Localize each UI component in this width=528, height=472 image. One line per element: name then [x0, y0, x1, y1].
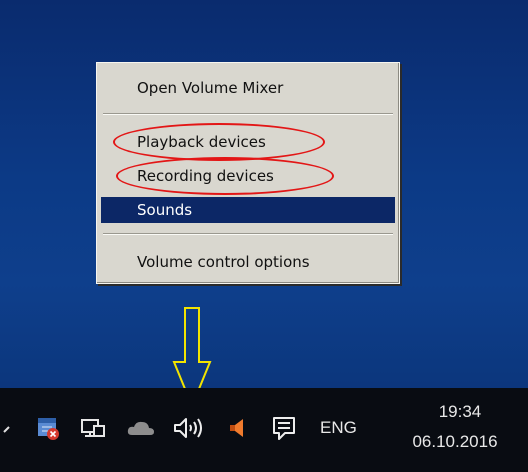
menu-separator	[103, 233, 393, 235]
menu-item-label: Recording devices	[137, 167, 274, 185]
menu-item-sounds[interactable]: Sounds	[101, 197, 395, 223]
menu-item-volume-control-options[interactable]: Volume control options	[101, 249, 395, 275]
menu-item-recording-devices[interactable]: Recording devices	[101, 163, 395, 189]
language-indicator[interactable]: ENG	[320, 418, 357, 438]
volume-icon[interactable]	[172, 416, 206, 440]
calendar-error-icon[interactable]	[36, 414, 62, 442]
speaker-color-icon[interactable]	[226, 416, 250, 440]
clock-date[interactable]: 06.10.2016	[400, 432, 510, 452]
network-icon[interactable]	[80, 416, 106, 440]
clock-time[interactable]: 19:34	[410, 402, 510, 422]
menu-item-label: Open Volume Mixer	[137, 79, 284, 97]
menu-item-label: Volume control options	[137, 253, 310, 271]
action-center-icon[interactable]	[270, 414, 298, 442]
menu-item-playback-devices[interactable]: Playback devices	[101, 129, 395, 155]
volume-context-menu: Open Volume Mixer Playback devices Recor…	[96, 62, 400, 284]
chevron-up-icon[interactable]	[2, 418, 16, 438]
menu-item-label: Playback devices	[137, 133, 266, 151]
onedrive-cloud-icon[interactable]	[126, 418, 156, 438]
taskbar: ENG 19:34 06.10.2016	[0, 388, 528, 472]
menu-item-label: Sounds	[137, 201, 193, 219]
menu-separator	[103, 113, 393, 115]
menu-item-open-volume-mixer[interactable]: Open Volume Mixer	[101, 75, 395, 101]
